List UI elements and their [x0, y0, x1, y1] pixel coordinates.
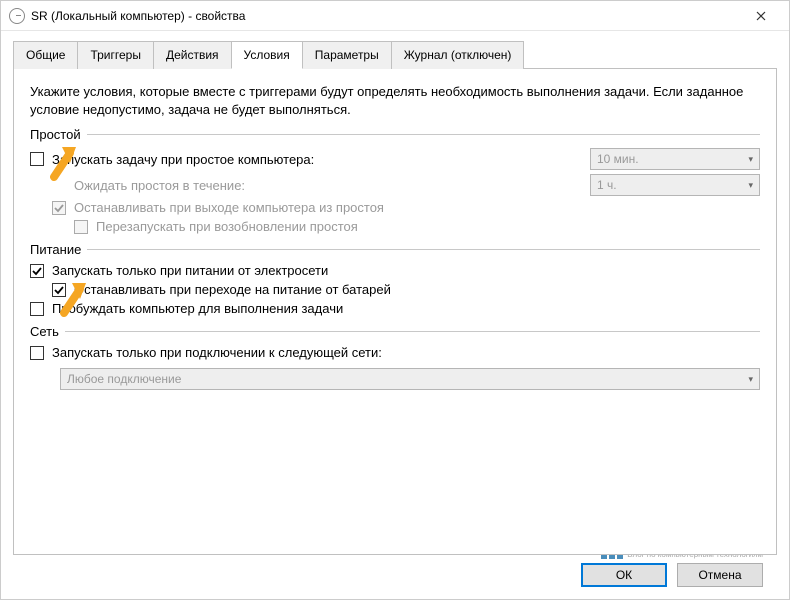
- checkbox-stop-on-idle-end: [52, 201, 66, 215]
- label-wake: Пробуждать компьютер для выполнения зада…: [52, 301, 343, 316]
- checkbox-restart-on-resume: [74, 220, 88, 234]
- row-stop-on-idle-end: Останавливать при выходе компьютера из п…: [30, 198, 760, 217]
- chevron-down-icon: ▾: [748, 154, 753, 165]
- chevron-down-icon: ▾: [748, 180, 753, 191]
- titlebar: SR (Локальный компьютер) - свойства: [1, 1, 789, 31]
- close-button[interactable]: [741, 1, 781, 31]
- combo-network[interactable]: Любое подключение ▾: [60, 368, 760, 390]
- combo-idle-duration-value: 10 мин.: [597, 152, 639, 166]
- client-area: Общие Триггеры Действия Условия Параметр…: [1, 31, 789, 599]
- row-start-on-idle: Запускать задачу при простое компьютера:…: [30, 146, 760, 172]
- properties-dialog: SR (Локальный компьютер) - свойства Общи…: [0, 0, 790, 600]
- cancel-button[interactable]: Отмена: [677, 563, 763, 587]
- window-title: SR (Локальный компьютер) - свойства: [31, 9, 741, 23]
- tab-general[interactable]: Общие: [13, 41, 78, 69]
- label-on-ac: Запускать только при питании от электрос…: [52, 263, 328, 278]
- tab-triggers[interactable]: Триггеры: [77, 41, 154, 69]
- group-idle-label: Простой: [30, 127, 81, 142]
- row-on-ac: Запускать только при питании от электрос…: [30, 261, 760, 280]
- divider: [87, 134, 760, 135]
- row-network-combo: Любое подключение ▾: [30, 362, 760, 392]
- tab-actions[interactable]: Действия: [153, 41, 232, 69]
- label-only-if-network: Запускать только при подключении к следу…: [52, 345, 382, 360]
- checkbox-on-ac[interactable]: [30, 264, 44, 278]
- panel-description: Укажите условия, которые вместе с тригге…: [30, 83, 760, 119]
- row-stop-on-battery: Останавливать при переходе на питание от…: [30, 280, 760, 299]
- combo-wait-duration[interactable]: 1 ч. ▾: [590, 174, 760, 196]
- combo-wait-duration-value: 1 ч.: [597, 178, 617, 192]
- divider: [87, 249, 760, 250]
- dialog-footer: pronetblog.by Блог по компьютерным техно…: [13, 555, 777, 599]
- group-power-label: Питание: [30, 242, 81, 257]
- checkbox-wake[interactable]: [30, 302, 44, 316]
- label-stop-on-idle-end: Останавливать при выходе компьютера из п…: [74, 200, 384, 215]
- chevron-down-icon: ▾: [748, 374, 753, 385]
- row-only-if-network: Запускать только при подключении к следу…: [30, 343, 760, 362]
- group-idle: Простой: [30, 127, 760, 142]
- row-wait-for-idle: Ожидать простоя в течение: 1 ч. ▾: [30, 172, 760, 198]
- conditions-panel: Укажите условия, которые вместе с тригге…: [13, 68, 777, 555]
- group-power: Питание: [30, 242, 760, 257]
- group-network: Сеть: [30, 324, 760, 339]
- tab-history[interactable]: Журнал (отключен): [391, 41, 525, 69]
- combo-network-value: Любое подключение: [67, 372, 181, 386]
- tabstrip: Общие Триггеры Действия Условия Параметр…: [13, 41, 777, 69]
- ok-button[interactable]: ОК: [581, 563, 667, 587]
- tab-settings[interactable]: Параметры: [302, 41, 392, 69]
- combo-idle-duration[interactable]: 10 мин. ▾: [590, 148, 760, 170]
- label-start-on-idle: Запускать задачу при простое компьютера:: [52, 152, 314, 167]
- checkbox-stop-on-battery[interactable]: [52, 283, 66, 297]
- group-network-label: Сеть: [30, 324, 59, 339]
- label-stop-on-battery: Останавливать при переходе на питание от…: [74, 282, 391, 297]
- label-wait-for-idle: Ожидать простоя в течение:: [74, 178, 245, 193]
- label-restart-on-resume: Перезапускать при возобновлении простоя: [96, 219, 358, 234]
- row-wake: Пробуждать компьютер для выполнения зада…: [30, 299, 760, 318]
- checkbox-start-on-idle[interactable]: [30, 152, 44, 166]
- row-restart-on-resume: Перезапускать при возобновлении простоя: [30, 217, 760, 236]
- close-icon: [756, 11, 766, 21]
- divider: [65, 331, 760, 332]
- tab-conditions[interactable]: Условия: [231, 41, 303, 69]
- task-scheduler-icon: [9, 8, 25, 24]
- checkbox-only-if-network[interactable]: [30, 346, 44, 360]
